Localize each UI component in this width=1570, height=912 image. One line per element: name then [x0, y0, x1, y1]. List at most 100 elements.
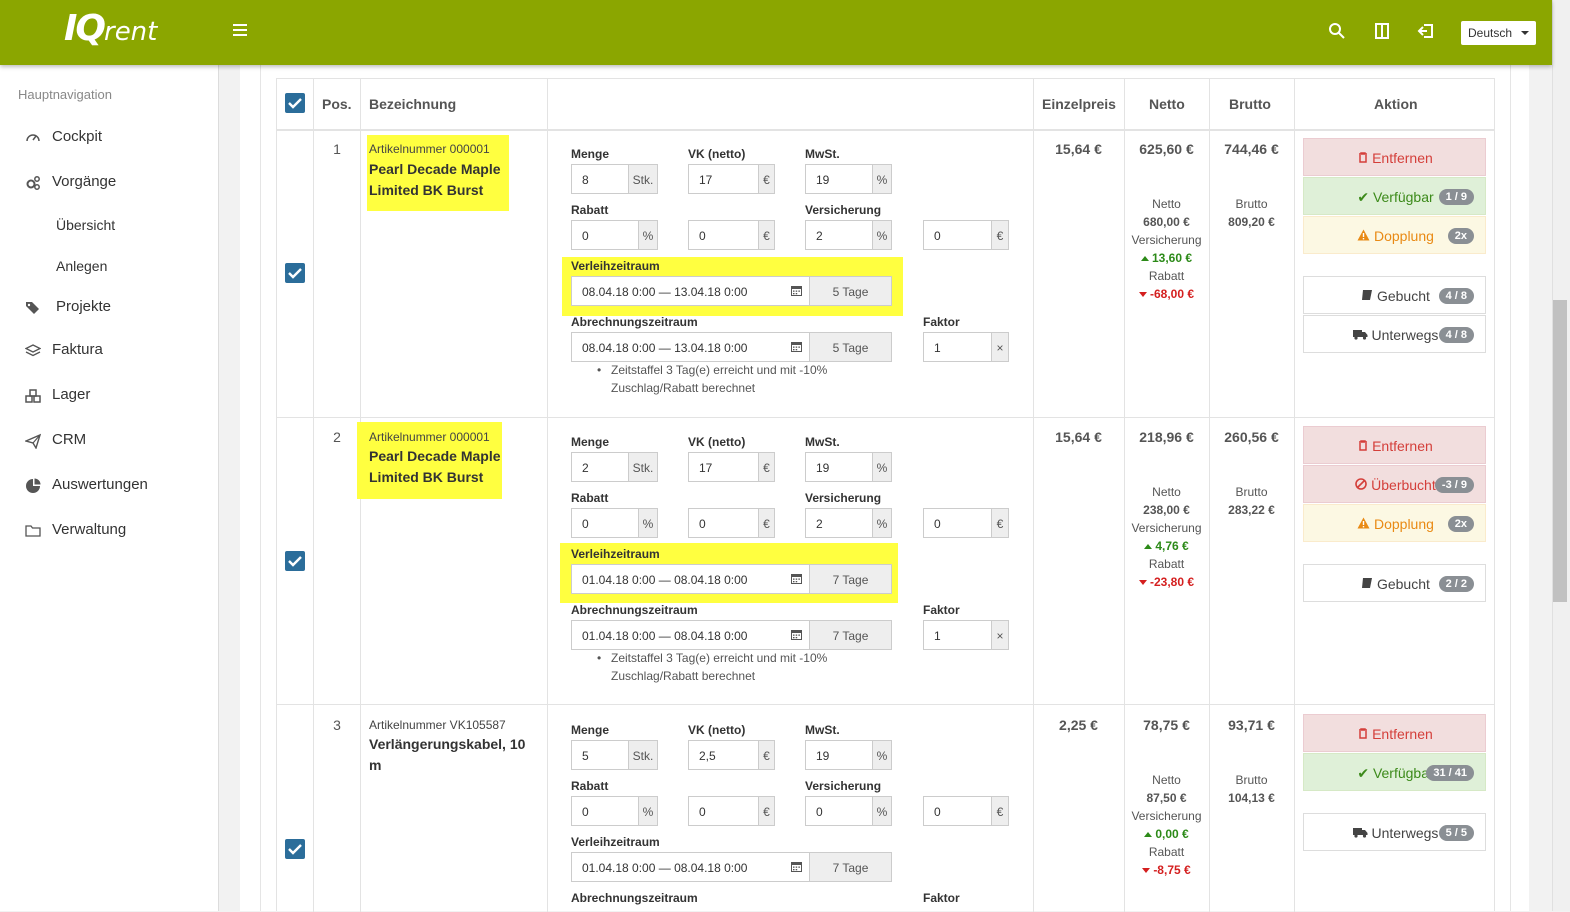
sidebar-subitem-uebersicht[interactable]: Übersicht	[56, 217, 115, 233]
header-pos[interactable]: Pos.	[322, 96, 352, 112]
rabatt-eur-input[interactable]: 0	[688, 220, 759, 250]
logo[interactable]: IQrent	[64, 8, 157, 49]
netto-value: 78,75 €	[1143, 717, 1190, 733]
sidebar-item-label: Vorgänge	[52, 173, 117, 190]
rabatt-input[interactable]: 0	[571, 220, 639, 250]
availability-button[interactable]: ✔ Verfügbar 31 / 41	[1303, 753, 1486, 791]
label-faktor: Faktor	[923, 315, 960, 329]
calendar-icon[interactable]	[791, 285, 802, 296]
warning-icon	[1357, 517, 1370, 529]
booked-button[interactable]: Gebucht 2 / 2	[1303, 564, 1486, 602]
euro-addon: €	[991, 508, 1009, 538]
header-bezeichnung[interactable]: Bezeichnung	[369, 96, 456, 112]
faktor-input[interactable]: 1	[923, 332, 992, 362]
versicherung-eur-input[interactable]: 0	[923, 796, 992, 826]
logout-icon[interactable]	[1417, 22, 1435, 40]
verleihzeitraum-input[interactable]: 01.04.18 0:00 — 08.04.18 0:00	[571, 852, 810, 882]
versicherung-input[interactable]: 0	[805, 796, 873, 826]
transit-button[interactable]: Unterwegs 4 / 8	[1303, 315, 1486, 353]
calendar-icon[interactable]	[791, 629, 802, 640]
remove-button[interactable]: Entfernen	[1303, 138, 1486, 176]
menge-input[interactable]: 8	[571, 164, 629, 194]
article-name[interactable]: Pearl Decade Maple Limited BK Burst	[369, 446, 509, 488]
row-checkbox[interactable]	[285, 551, 305, 571]
header-netto[interactable]: Netto	[1149, 96, 1185, 112]
row-checkbox[interactable]	[285, 839, 305, 859]
menu-toggle-icon[interactable]	[233, 24, 247, 36]
einzelpreis: 15,64 €	[1055, 429, 1102, 445]
overbooked-button[interactable]: Überbucht -3 / 9	[1303, 465, 1486, 503]
duplicate-button[interactable]: Dopplung 2x	[1303, 504, 1486, 542]
sidebar-item-label: Projekte	[56, 298, 112, 315]
transit-button[interactable]: Unterwegs 5 / 5	[1303, 813, 1486, 851]
vk-input[interactable]: 17	[688, 452, 759, 482]
calendar-icon[interactable]	[791, 341, 802, 352]
duplicate-button[interactable]: Dopplung 2x	[1303, 216, 1486, 254]
euro-addon: €	[758, 796, 775, 826]
brutto-value: 260,56 €	[1224, 429, 1279, 445]
vk-input[interactable]: 2,5	[688, 740, 759, 770]
remove-button[interactable]: Entfernen	[1303, 426, 1486, 464]
top-bar: IQrent Deutsch	[0, 0, 1552, 65]
select-all-checkbox[interactable]	[285, 93, 305, 113]
article-name[interactable]: Pearl Decade Maple Limited BK Burst	[369, 159, 509, 201]
layers-icon	[25, 344, 41, 357]
trash-icon	[1359, 152, 1368, 163]
columns-icon[interactable]	[1373, 22, 1391, 40]
book-icon	[1362, 578, 1373, 588]
search-icon[interactable]	[1328, 22, 1346, 40]
vk-input[interactable]: 17	[688, 164, 759, 194]
percent-addon: %	[872, 220, 892, 250]
pie-chart-icon	[26, 478, 41, 493]
menge-input[interactable]: 5	[571, 740, 629, 770]
header-aktion: Aktion	[1374, 96, 1418, 112]
abrechnungszeitraum-input[interactable]: 08.04.18 0:00 — 13.04.18 0:00	[571, 332, 810, 362]
faktor-input[interactable]: 1	[923, 620, 992, 650]
days-addon: 7 Tage	[809, 564, 892, 594]
abrechnungszeitraum-input[interactable]: 01.04.18 0:00 — 08.04.18 0:00	[571, 620, 810, 650]
label-mwst: MwSt.	[805, 147, 840, 161]
mwst-input[interactable]: 19	[805, 452, 873, 482]
netto-breakdown: Netto 238,00 € Versicherung 4,76 € Rabat…	[1131, 485, 1202, 589]
verleihzeitraum-input[interactable]: 08.04.18 0:00 — 13.04.18 0:00	[571, 276, 810, 306]
versicherung-eur-input[interactable]: 0	[923, 508, 992, 538]
scrollbar-thumb[interactable]	[1553, 300, 1567, 602]
euro-addon: €	[758, 164, 775, 194]
booked-badge: 4 / 8	[1438, 288, 1474, 304]
booked-button[interactable]: Gebucht 4 / 8	[1303, 276, 1486, 314]
rabatt-input[interactable]: 0	[571, 508, 639, 538]
header-einzelpreis[interactable]: Einzelpreis	[1042, 96, 1116, 112]
mwst-input[interactable]: 19	[805, 740, 873, 770]
arrow-up-icon	[1144, 544, 1153, 549]
arrow-down-icon	[1142, 868, 1151, 873]
label-versicherung: Versicherung	[805, 203, 882, 217]
availability-button[interactable]: ✔ Verfügbar 1 / 9	[1303, 177, 1486, 215]
versicherung-eur-input[interactable]: 0	[923, 220, 992, 250]
netto-breakdown: Netto 680,00 € Versicherung 13,60 € Raba…	[1131, 197, 1202, 301]
menge-input[interactable]: 2	[571, 452, 629, 482]
gauge-icon	[26, 134, 40, 142]
netto-value: 218,96 €	[1139, 429, 1194, 445]
logo-iq: IQ	[64, 8, 106, 49]
sidebar-item-label: Cockpit	[52, 128, 103, 145]
calendar-icon[interactable]	[791, 861, 802, 872]
arrow-down-icon	[1138, 292, 1147, 297]
rabatt-eur-input[interactable]: 0	[688, 508, 759, 538]
rabatt-input[interactable]: 0	[571, 796, 639, 826]
days-addon: 5 Tage	[809, 332, 892, 362]
rabatt-eur-input[interactable]: 0	[688, 796, 759, 826]
article-name[interactable]: Verlängerungskabel, 10 m	[369, 734, 534, 776]
gears-icon	[26, 176, 40, 190]
verleihzeitraum-input[interactable]: 01.04.18 0:00 — 08.04.18 0:00	[571, 564, 810, 594]
percent-addon: %	[638, 508, 658, 538]
calendar-icon[interactable]	[791, 573, 802, 584]
versicherung-input[interactable]: 2	[805, 508, 873, 538]
remove-button[interactable]: Entfernen	[1303, 714, 1486, 752]
versicherung-input[interactable]: 2	[805, 220, 873, 250]
mwst-input[interactable]: 19	[805, 164, 873, 194]
book-icon	[1362, 290, 1373, 300]
language-select[interactable]: Deutsch	[1461, 21, 1536, 45]
row-checkbox[interactable]	[285, 263, 305, 283]
sidebar-subitem-anlegen[interactable]: Anlegen	[56, 258, 107, 274]
header-brutto[interactable]: Brutto	[1229, 96, 1271, 112]
